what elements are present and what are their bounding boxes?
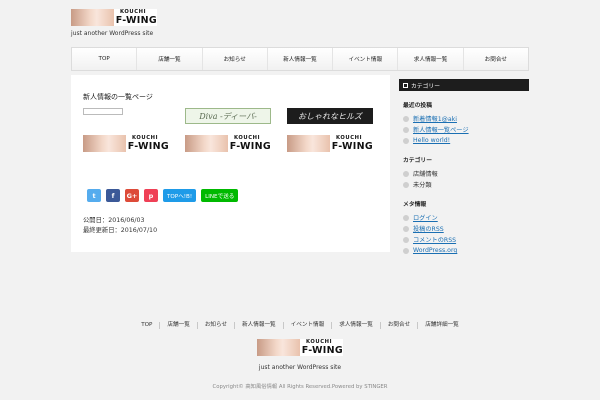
copyright-text: Copyright© 高知風俗情報 All Rights Reserved.Po… [212, 384, 388, 390]
list-item[interactable]: コメントのRSS [403, 234, 529, 245]
category-list: 店舗情報 未分類 [403, 168, 529, 190]
bullet-icon [403, 236, 409, 243]
bullet-icon [403, 247, 409, 254]
logo-bottom-text: F-WING [301, 345, 343, 357]
nav-item-stores[interactable]: 店舗一覧 [137, 48, 203, 70]
banner-hills-text: おしゃれなヒルズ [298, 111, 362, 121]
logo-photo [71, 9, 114, 26]
banner-diva[interactable]: Diva -ディーバ- [185, 108, 271, 124]
logo-banner-1[interactable]: KOUCHI F-WING [83, 135, 169, 152]
list-item[interactable]: Hello world! [403, 135, 529, 146]
recent-post-link[interactable]: 新人情報一覧ページ [413, 125, 469, 134]
logo-photo [83, 135, 126, 152]
google-plus-icon: G+ [126, 191, 138, 200]
footer-nav-item[interactable]: お問合せ [381, 322, 419, 329]
footer-nav: TOP 店舗一覧 お知らせ 新人情報一覧 イベント情報 求人情報一覧 お問合せ … [0, 322, 600, 329]
updated-date: 最終更新日：2016/07/10 [83, 227, 158, 234]
list-item[interactable]: 新人情報一覧ページ [403, 124, 529, 135]
footer-nav-item[interactable]: TOP [134, 322, 161, 329]
footer-nav-item[interactable]: 新人情報一覧 [235, 322, 284, 329]
logo-banner-3[interactable]: KOUCHI F-WING [287, 135, 373, 152]
banner-diva-text: Diva -ディーバ- [199, 111, 257, 121]
nav-item-contact[interactable]: お問合せ [464, 48, 528, 70]
bullet-icon [403, 181, 409, 188]
footer-logo[interactable]: KOUCHI F-WING [257, 339, 343, 356]
sidebar: カテゴリー 最近の投稿 新着情報1@aki 新人情報一覧ページ Hello wo… [399, 79, 529, 256]
list-item[interactable]: 店舗情報 [403, 168, 529, 179]
nav-item-newcomers[interactable]: 新人情報一覧 [268, 48, 334, 70]
bullet-icon [403, 137, 409, 144]
hatena-bookmark-button[interactable]: TOPへ!B! [163, 189, 197, 202]
sidebar-header-label: カテゴリー [411, 83, 440, 90]
meta-link[interactable]: コメントのRSS [413, 235, 456, 244]
recent-post-link[interactable]: Hello world! [413, 137, 450, 144]
small-ad-frame[interactable] [83, 108, 123, 115]
logo-photo [257, 339, 300, 356]
bullet-icon [403, 126, 409, 133]
logo-wordmark: KOUCHI F-WING [114, 9, 157, 26]
google-plus-share-button[interactable]: G+ [125, 189, 139, 202]
logo-wordmark: KOUCHI F-WING [126, 135, 169, 152]
list-item[interactable]: ログイン [403, 212, 529, 223]
sidebar-section-title: メタ情報 [403, 202, 427, 208]
published-date: 公開日：2016/06/03 [83, 217, 145, 224]
logo-photo [287, 135, 330, 152]
pocket-share-button[interactable]: p [144, 189, 158, 202]
logo-wordmark: KOUCHI F-WING [300, 339, 343, 356]
banner-hills[interactable]: おしゃれなヒルズ [287, 108, 373, 124]
category-link[interactable]: 店舗情報 [413, 169, 438, 178]
nav-item-jobs[interactable]: 求人情報一覧 [398, 48, 464, 70]
logo-photo [185, 135, 228, 152]
category-link[interactable]: 未分類 [413, 180, 432, 189]
bullet-icon [403, 214, 409, 221]
nav-item-events[interactable]: イベント情報 [333, 48, 399, 70]
footer-nav-item[interactable]: 店舗一覧 [160, 322, 198, 329]
logo-bottom-text: F-WING [331, 141, 373, 153]
logo-wordmark: KOUCHI F-WING [330, 135, 373, 152]
post-title: 新人情報の一覧ページ [83, 93, 153, 101]
meta-list: ログイン 投稿のRSS コメントのRSS WordPress.org [403, 212, 529, 256]
share-buttons: t f G+ p TOPへ!B! LINEで送る [87, 189, 243, 202]
main-content: 新人情報の一覧ページ Diva -ディーバ- おしゃれなヒルズ KOUCHI F… [71, 75, 390, 252]
bullet-icon [403, 225, 409, 232]
logo-bottom-text: F-WING [115, 15, 157, 27]
footer-tagline: just another WordPress site [258, 364, 342, 371]
site-tagline: just another WordPress site [71, 30, 154, 37]
footer-nav-item[interactable]: お知らせ [198, 322, 236, 329]
list-item[interactable]: 投稿のRSS [403, 223, 529, 234]
sidebar-section-title: カテゴリー [403, 158, 432, 164]
logo-banner-2[interactable]: KOUCHI F-WING [185, 135, 271, 152]
folder-icon [403, 82, 408, 88]
meta-link[interactable]: ログイン [413, 213, 438, 222]
footer-nav-item[interactable]: 求人情報一覧 [332, 322, 381, 329]
footer-nav-item[interactable]: イベント情報 [284, 322, 333, 329]
nav-item-top[interactable]: TOP [72, 48, 138, 70]
site-logo[interactable]: KOUCHI F-WING [71, 9, 157, 26]
logo-wordmark: KOUCHI F-WING [228, 135, 271, 152]
pocket-icon: p [148, 191, 154, 200]
global-nav: TOP 店舗一覧 お知らせ 新人情報一覧 イベント情報 求人情報一覧 お問合せ [71, 47, 529, 71]
list-item[interactable]: 未分類 [403, 179, 529, 190]
recent-posts-list: 新着情報1@aki 新人情報一覧ページ Hello world! [403, 113, 529, 146]
twitter-icon: t [92, 191, 96, 200]
facebook-share-button[interactable]: f [106, 189, 120, 202]
footer-nav-item[interactable]: 店舗詳細一覧 [418, 322, 466, 329]
nav-item-news[interactable]: お知らせ [203, 48, 268, 70]
meta-link[interactable]: WordPress.org [413, 247, 457, 254]
list-item[interactable]: 新着情報1@aki [403, 113, 529, 124]
sidebar-header: カテゴリー [399, 79, 529, 91]
meta-link[interactable]: 投稿のRSS [413, 224, 444, 233]
recent-post-link[interactable]: 新着情報1@aki [413, 114, 457, 123]
logo-bottom-text: F-WING [229, 141, 271, 153]
bullet-icon [403, 170, 409, 177]
line-share-button[interactable]: LINEで送る [201, 189, 239, 202]
sidebar-section-title: 最近の投稿 [403, 103, 432, 109]
list-item[interactable]: WordPress.org [403, 245, 529, 256]
facebook-icon: f [111, 191, 115, 200]
logo-bottom-text: F-WING [127, 141, 169, 153]
twitter-share-button[interactable]: t [87, 189, 101, 202]
bullet-icon [403, 115, 409, 122]
